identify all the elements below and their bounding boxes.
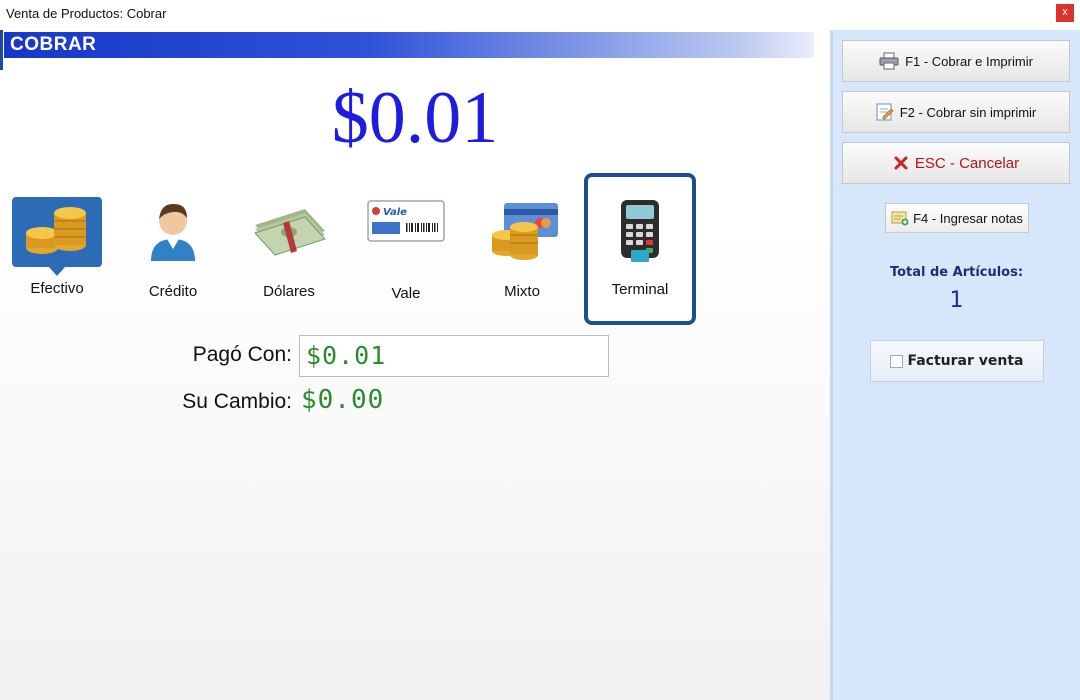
window-title: Venta de Productos: Cobrar xyxy=(6,6,167,21)
voucher-icon: Vale xyxy=(367,200,445,242)
method-dolares[interactable]: Dólares xyxy=(234,190,344,340)
facturar-venta-label: Facturar venta xyxy=(907,353,1024,369)
coins-icon xyxy=(12,197,102,276)
method-label: Vale xyxy=(391,285,421,302)
close-icon xyxy=(894,156,908,170)
left-edge-accent xyxy=(0,30,3,70)
card-terminal-icon xyxy=(621,200,659,262)
card-and-coins-icon xyxy=(492,203,558,260)
ingresar-notas-label: F4 - Ingresar notas xyxy=(913,210,1023,226)
main-panel: COBRAR $0.01 Efectivo Crédito Dólares Va… xyxy=(0,30,830,700)
method-label: Mixto xyxy=(504,283,540,300)
sidebar: F1 - Cobrar e Imprimir F2 - Cobrar sin i… xyxy=(833,30,1080,700)
cobrar-sin-imprimir-button[interactable]: F2 - Cobrar sin imprimir xyxy=(842,91,1070,133)
su-cambio-value: $0.00 xyxy=(301,385,385,415)
dollar-bills-icon xyxy=(254,209,326,256)
method-label: Crédito xyxy=(148,283,198,300)
section-header: COBRAR xyxy=(4,32,814,58)
total-articulos-value: 1 xyxy=(949,288,964,313)
ingresar-notas-button[interactable]: F4 - Ingresar notas xyxy=(885,203,1029,233)
method-efectivo[interactable]: Efectivo xyxy=(2,190,112,340)
pago-con-input[interactable]: $0.01 xyxy=(299,335,609,377)
cancelar-label: ESC - Cancelar xyxy=(914,154,1020,172)
su-cambio-label: Su Cambio: xyxy=(182,390,292,413)
total-amount: $0.01 xyxy=(331,77,499,159)
method-terminal[interactable]: Terminal xyxy=(585,180,695,330)
method-label: Efectivo xyxy=(30,280,84,297)
cobrar-imprimir-label: F1 - Cobrar e Imprimir xyxy=(905,53,1033,69)
facturar-venta-toggle[interactable]: Facturar venta xyxy=(870,340,1044,382)
cobrar-imprimir-button[interactable]: F1 - Cobrar e Imprimir xyxy=(842,40,1070,82)
printer-icon xyxy=(879,52,899,70)
method-label: Terminal xyxy=(611,281,669,298)
cobrar-sin-imprimir-label: F2 - Cobrar sin imprimir xyxy=(899,104,1037,120)
cancelar-button[interactable]: ESC - Cancelar xyxy=(842,142,1070,184)
method-vale[interactable]: Vale Vale xyxy=(351,190,461,340)
close-button[interactable]: x xyxy=(1056,4,1074,22)
title-bar: Venta de Productos: Cobrar x xyxy=(0,0,1080,31)
method-label: Dólares xyxy=(263,283,315,300)
method-credito[interactable]: Crédito xyxy=(118,190,228,340)
method-mixto[interactable]: Mixto xyxy=(467,190,577,340)
pago-con-label: Pagó Con: xyxy=(192,343,292,366)
voucher-icon-text: Vale xyxy=(383,207,407,218)
section-title: COBRAR xyxy=(10,34,97,55)
person-icon xyxy=(151,203,195,261)
facturar-checkbox[interactable] xyxy=(890,354,904,368)
edit-document-icon xyxy=(876,103,894,121)
total-articulos-label: Total de Artículos: xyxy=(889,265,1024,280)
add-note-icon xyxy=(891,211,909,226)
